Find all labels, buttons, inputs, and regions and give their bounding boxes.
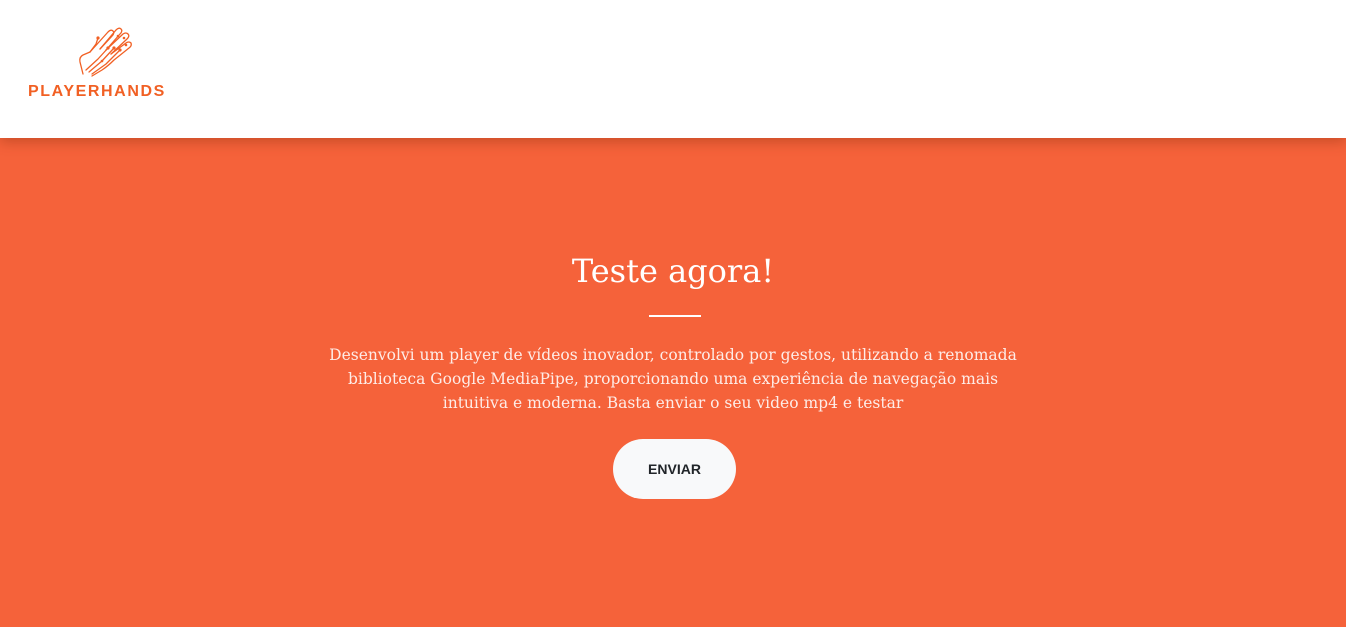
logo-wordmark: PLAYERHANDS: [28, 83, 166, 100]
hero-section: Teste agora! Desenvolvi um player de víd…: [0, 138, 1346, 627]
enviar-button[interactable]: ENVIAR: [613, 439, 736, 499]
title-divider: [649, 315, 701, 317]
brand-logo[interactable]: PLAYERHANDS: [28, 24, 188, 104]
hero-title: Teste agora!: [571, 252, 775, 290]
circuit-hand-icon: [79, 27, 132, 77]
hero-description: Desenvolvi um player de vídeos inovador,…: [329, 346, 1017, 412]
site-header: PLAYERHANDS: [0, 0, 1346, 138]
